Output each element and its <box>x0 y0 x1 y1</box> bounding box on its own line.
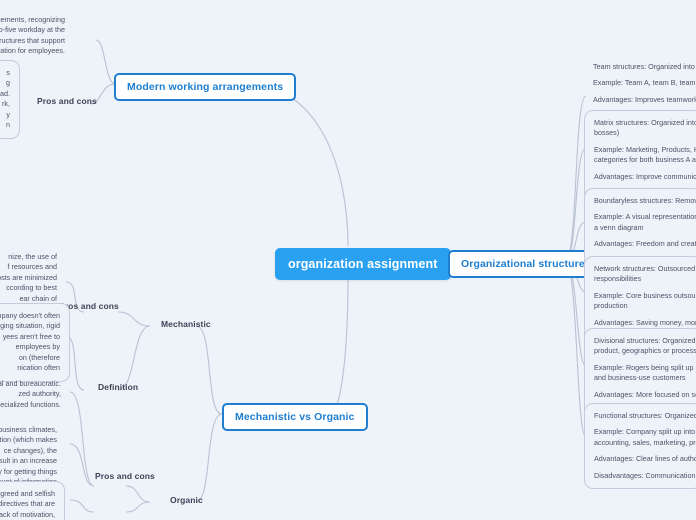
leaf-card-mechanistic-pros-and-cons: mpany doesn't often ging situation, rigi… <box>0 303 70 382</box>
card-line: o lack of motivation, <box>0 509 55 519</box>
card-line: Example: Team A, team B, team C, et <box>593 78 696 88</box>
card-line: ers result in an increase <box>0 456 57 466</box>
card-line: ccording to best <box>6 283 57 293</box>
leaf-card-organic-pros-and-cons: d to greed and selfish ility, directives… <box>0 481 65 520</box>
card-line: Advantages: Saving money, more sk <box>594 317 696 327</box>
edge-label-definition: Definition <box>98 382 139 392</box>
leaf-card-functional-structures: Functional structures: Organized by k Ex… <box>584 403 696 490</box>
card-line: cretion (which makes <box>0 435 57 445</box>
card-line: employees by <box>15 342 60 352</box>
card-line: bosses) <box>594 128 620 138</box>
card-line: Advantages: Clear lines of authority, <box>594 454 696 464</box>
branch-node-organizational-structures[interactable]: Organizational structures <box>448 250 604 278</box>
card-line: ce changes), the <box>3 445 57 455</box>
card-line: Advantages: Freedom and creativity <box>594 239 696 249</box>
card-line: Example: A visual representation of <box>594 212 696 222</box>
leaf-card-modern-arrangements-summary: arrangements, recognizing nine-to-five w… <box>0 8 74 64</box>
card-line: ad. <box>0 88 10 98</box>
card-line: rk, <box>2 99 10 109</box>
card-line: ility, directives that are <box>0 499 55 509</box>
card-line: Example: Core business outsourcing <box>594 290 696 300</box>
card-line: chical and bureaucratic. <box>0 379 61 388</box>
card-line: zed authority, <box>18 389 61 399</box>
leaf-card-modern-pros-and-cons: s g ad. rk, y n <box>0 60 20 139</box>
card-line: ructures that support <box>0 35 65 45</box>
card-line: g <box>6 78 10 88</box>
card-line: mpany doesn't often <box>0 311 60 320</box>
card-line: Disadvantages: Communication issue <box>594 470 696 480</box>
card-line: f resources and <box>7 262 57 272</box>
card-line: y <box>6 109 10 119</box>
card-line: ility for getting things <box>0 466 57 476</box>
card-line: Matrix structures: Organized into cro <box>594 118 696 127</box>
card-line: Advantages: More focused on service <box>594 389 696 399</box>
branch-node-mechanistic-vs-organic[interactable]: Mechanistic vs Organic <box>222 403 368 431</box>
leaf-card-organic-definition: chical and bureaucratic. zed authority, … <box>0 372 70 417</box>
edge-label-mechanistic: Mechanistic <box>161 319 211 329</box>
card-line: accounting, sales, marketing, product <box>594 437 696 447</box>
card-line: and specialized functions. <box>0 399 61 409</box>
card-line: Functional structures: Organized by k <box>594 411 696 420</box>
edge-label-pros-and-cons-modern: Pros and cons <box>37 96 97 106</box>
root-node[interactable]: organization assignment <box>275 248 451 280</box>
card-line: d to greed and selfish <box>0 489 55 498</box>
card-line: Example: Company split up into diffe <box>594 427 696 437</box>
card-line: a venn diagram <box>594 222 644 232</box>
card-line: responsibilities <box>594 274 642 284</box>
card-line: product, geographics or process <box>594 346 696 356</box>
card-line: and business-use customers <box>594 373 686 383</box>
card-line: ging situation, rigid <box>0 321 60 331</box>
card-line: osts are minimized <box>0 272 57 282</box>
card-line: Team structures: Organized into inde <box>593 62 696 71</box>
card-line: Example: Marketing, Products, Huma <box>594 144 696 154</box>
card-line: Advantages: Improves teamwork, in <box>593 94 696 104</box>
card-line: production <box>594 301 628 311</box>
branch-node-modern-working-arrangements[interactable]: Modern working arrangements <box>114 73 297 101</box>
card-line: Boundaryless structures: Remove all <box>594 196 696 205</box>
card-line: categories for both business A and bu <box>594 155 696 165</box>
card-line: able business climates, <box>0 425 57 434</box>
card-line: Advantages: Improve communication <box>594 171 696 181</box>
edge-label-pros-and-cons-organic: Pros and cons <box>95 471 155 481</box>
card-line: yees aren't free to <box>2 331 60 341</box>
card-line: n <box>6 120 10 130</box>
card-line: egration for employees. <box>0 46 65 56</box>
card-line: Example: Rogers being split up into <box>594 362 696 372</box>
card-line: Network structures: Outsourced to c <box>594 264 696 273</box>
card-line: nine-to-five workday at the <box>0 25 65 35</box>
card-line: nize, the use of <box>8 252 57 261</box>
card-line: on (therefore <box>18 352 60 362</box>
mindmap-canvas: organization assignment Modern working a… <box>0 0 696 520</box>
card-line: s <box>6 68 10 77</box>
edge-label-organic: Organic <box>170 495 203 505</box>
card-line: Divisional structures: Organized into <box>594 336 696 345</box>
card-line: arrangements, recognizing <box>0 15 65 24</box>
